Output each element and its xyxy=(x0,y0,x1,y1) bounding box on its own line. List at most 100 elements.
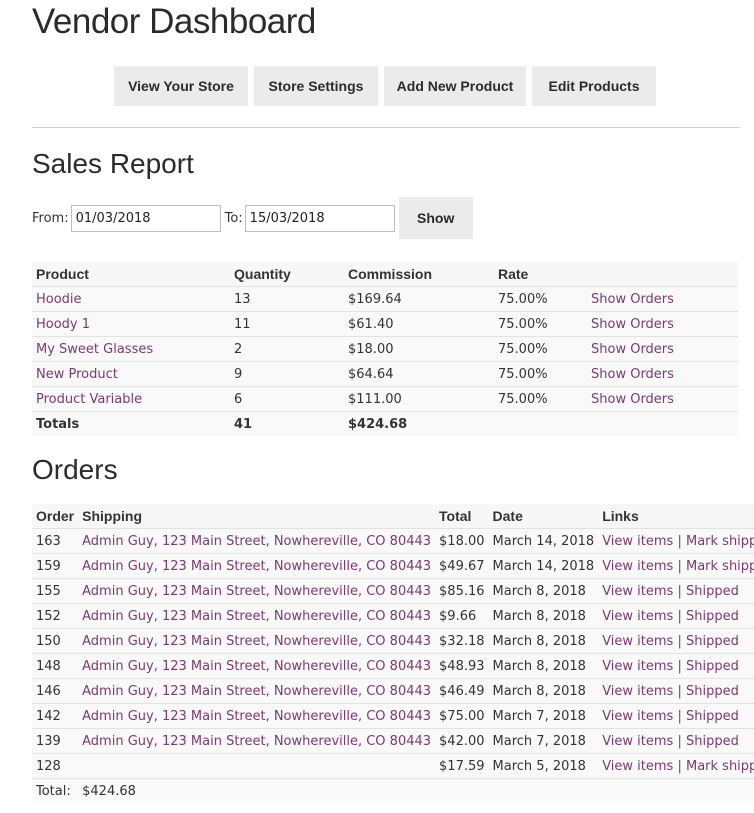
view-items-link[interactable]: View items xyxy=(602,759,673,774)
table-row: Product Variable 6 $111.00 75.00% Show O… xyxy=(32,386,738,412)
shipping-status-link[interactable]: Shipped xyxy=(686,659,739,674)
shipping-address-link[interactable]: Admin Guy, 123 Main Street, Nowhereville… xyxy=(78,528,436,554)
to-date-input[interactable] xyxy=(244,204,395,232)
table-row: 152 Admin Guy, 123 Main Street, Nowherev… xyxy=(32,603,754,629)
shipping-status-link[interactable]: Shipped xyxy=(686,634,739,649)
view-items-link[interactable]: View items xyxy=(602,534,673,549)
edit-products-button[interactable]: Edit Products xyxy=(532,66,656,106)
orders-table: Order Shipping Total Date Links 163 Admi… xyxy=(32,504,754,803)
view-items-link[interactable]: View items xyxy=(602,609,673,624)
orders-total-value: $424.68 xyxy=(78,778,436,803)
shipping-status-link[interactable]: Mark shipped xyxy=(686,534,754,549)
shipping-address-link[interactable]: Admin Guy, 123 Main Street, Nowhereville… xyxy=(78,678,436,704)
order-total: $75.00 xyxy=(435,703,489,729)
order-links: View items | Shipped xyxy=(598,653,754,679)
shipping-status-link[interactable]: Shipped xyxy=(686,609,739,624)
order-date: March 8, 2018 xyxy=(488,603,599,629)
table-row: New Product 9 $64.64 75.00% Show Orders xyxy=(32,361,738,387)
table-row: 142 Admin Guy, 123 Main Street, Nowherev… xyxy=(32,703,754,729)
rate-cell: 75.00% xyxy=(494,386,587,412)
rate-cell: 75.00% xyxy=(494,361,587,387)
order-links: View items | Mark shipped xyxy=(598,553,754,579)
from-date-input[interactable] xyxy=(70,204,221,232)
shipping-address-link[interactable]: Admin Guy, 123 Main Street, Nowhereville… xyxy=(78,703,436,729)
order-links: View items | Mark shipped xyxy=(598,528,754,554)
column-header-shipping: Shipping xyxy=(78,504,436,529)
table-row: 148 Admin Guy, 123 Main Street, Nowherev… xyxy=(32,653,754,679)
view-store-button[interactable]: View Your Store xyxy=(114,66,248,106)
divider xyxy=(32,127,740,128)
rate-cell: 75.00% xyxy=(494,336,587,362)
order-number: 128 xyxy=(32,753,79,779)
view-items-link[interactable]: View items xyxy=(602,559,673,574)
product-link[interactable]: My Sweet Glasses xyxy=(32,336,230,362)
order-date: March 8, 2018 xyxy=(488,628,599,654)
show-orders-link[interactable]: Show Orders xyxy=(587,386,738,412)
table-row: 150 Admin Guy, 123 Main Street, Nowherev… xyxy=(32,628,754,654)
show-button[interactable]: Show xyxy=(398,197,473,239)
view-items-link[interactable]: View items xyxy=(602,684,673,699)
order-total: $85.16 xyxy=(435,578,489,604)
product-link[interactable]: Hoody 1 xyxy=(32,311,230,337)
commission-cell: $61.40 xyxy=(344,311,494,337)
store-settings-button[interactable]: Store Settings xyxy=(254,66,378,106)
column-header-order: Order xyxy=(32,504,79,529)
order-total: $9.66 xyxy=(435,603,489,629)
order-links: View items | Shipped xyxy=(598,578,754,604)
shipping-status-link[interactable]: Shipped xyxy=(686,709,739,724)
show-orders-link[interactable]: Show Orders xyxy=(587,311,738,337)
view-items-link[interactable]: View items xyxy=(602,634,673,649)
shipping-address-link[interactable]: Admin Guy, 123 Main Street, Nowhereville… xyxy=(78,728,436,754)
commission-cell: $18.00 xyxy=(344,336,494,362)
order-total: $48.93 xyxy=(435,653,489,679)
order-date: March 14, 2018 xyxy=(488,553,599,579)
view-items-link[interactable]: View items xyxy=(602,584,673,599)
shipping-address-link[interactable]: Admin Guy, 123 Main Street, Nowhereville… xyxy=(78,628,436,654)
shipping-status-link[interactable]: Shipped xyxy=(686,684,739,699)
order-links: View items | Shipped xyxy=(598,703,754,729)
show-orders-link[interactable]: Show Orders xyxy=(587,361,738,387)
add-new-product-button[interactable]: Add New Product xyxy=(384,66,526,106)
product-link[interactable]: New Product xyxy=(32,361,230,387)
order-number: 159 xyxy=(32,553,79,579)
shipping-address-link[interactable]: Admin Guy, 123 Main Street, Nowhereville… xyxy=(78,653,436,679)
orders-total-row: Total: $424.68 xyxy=(32,778,754,803)
totals-label: Totals xyxy=(32,411,230,436)
show-orders-link[interactable]: Show Orders xyxy=(587,336,738,362)
table-row: 163 Admin Guy, 123 Main Street, Nowherev… xyxy=(32,528,754,554)
order-number: 150 xyxy=(32,628,79,654)
totals-quantity: 41 xyxy=(230,411,344,436)
orders-title: Orders xyxy=(32,454,118,485)
product-link[interactable]: Hoodie xyxy=(32,286,230,312)
shipping-status-link[interactable]: Shipped xyxy=(686,734,739,749)
table-row: 128 $17.59 March 5, 2018 View items | Ma… xyxy=(32,753,754,779)
column-header-quantity: Quantity xyxy=(230,262,344,287)
order-number: 142 xyxy=(32,703,79,729)
view-items-link[interactable]: View items xyxy=(602,734,673,749)
shipping-status-link[interactable]: Mark shipped xyxy=(686,559,754,574)
commission-cell: $169.64 xyxy=(344,286,494,312)
view-items-link[interactable]: View items xyxy=(602,659,673,674)
table-row: Hoodie 13 $169.64 75.00% Show Orders xyxy=(32,286,738,312)
shipping-status-link[interactable]: Mark shipped xyxy=(686,759,754,774)
totals-commission: $424.68 xyxy=(344,411,494,436)
table-row: Hoody 1 11 $61.40 75.00% Show Orders xyxy=(32,311,738,337)
vendor-nav: View Your Store Store Settings Add New P… xyxy=(114,66,656,106)
show-orders-link[interactable]: Show Orders xyxy=(587,286,738,312)
order-number: 163 xyxy=(32,528,79,554)
shipping-status-link[interactable]: Shipped xyxy=(686,584,739,599)
order-date: March 8, 2018 xyxy=(488,578,599,604)
shipping-address-link[interactable]: Admin Guy, 123 Main Street, Nowhereville… xyxy=(78,553,436,579)
column-header-date: Date xyxy=(488,504,599,529)
view-items-link[interactable]: View items xyxy=(602,709,673,724)
quantity-cell: 6 xyxy=(230,386,344,412)
product-link[interactable]: Product Variable xyxy=(32,386,230,412)
rate-cell: 75.00% xyxy=(494,286,587,312)
shipping-address-link[interactable]: Admin Guy, 123 Main Street, Nowhereville… xyxy=(78,603,436,629)
shipping-address-link[interactable]: Admin Guy, 123 Main Street, Nowhereville… xyxy=(78,578,436,604)
order-links: View items | Shipped xyxy=(598,603,754,629)
order-links: View items | Shipped xyxy=(598,678,754,704)
column-header-rate: Rate xyxy=(494,262,587,287)
column-header-commission: Commission xyxy=(344,262,494,287)
order-total: $17.59 xyxy=(435,753,489,779)
